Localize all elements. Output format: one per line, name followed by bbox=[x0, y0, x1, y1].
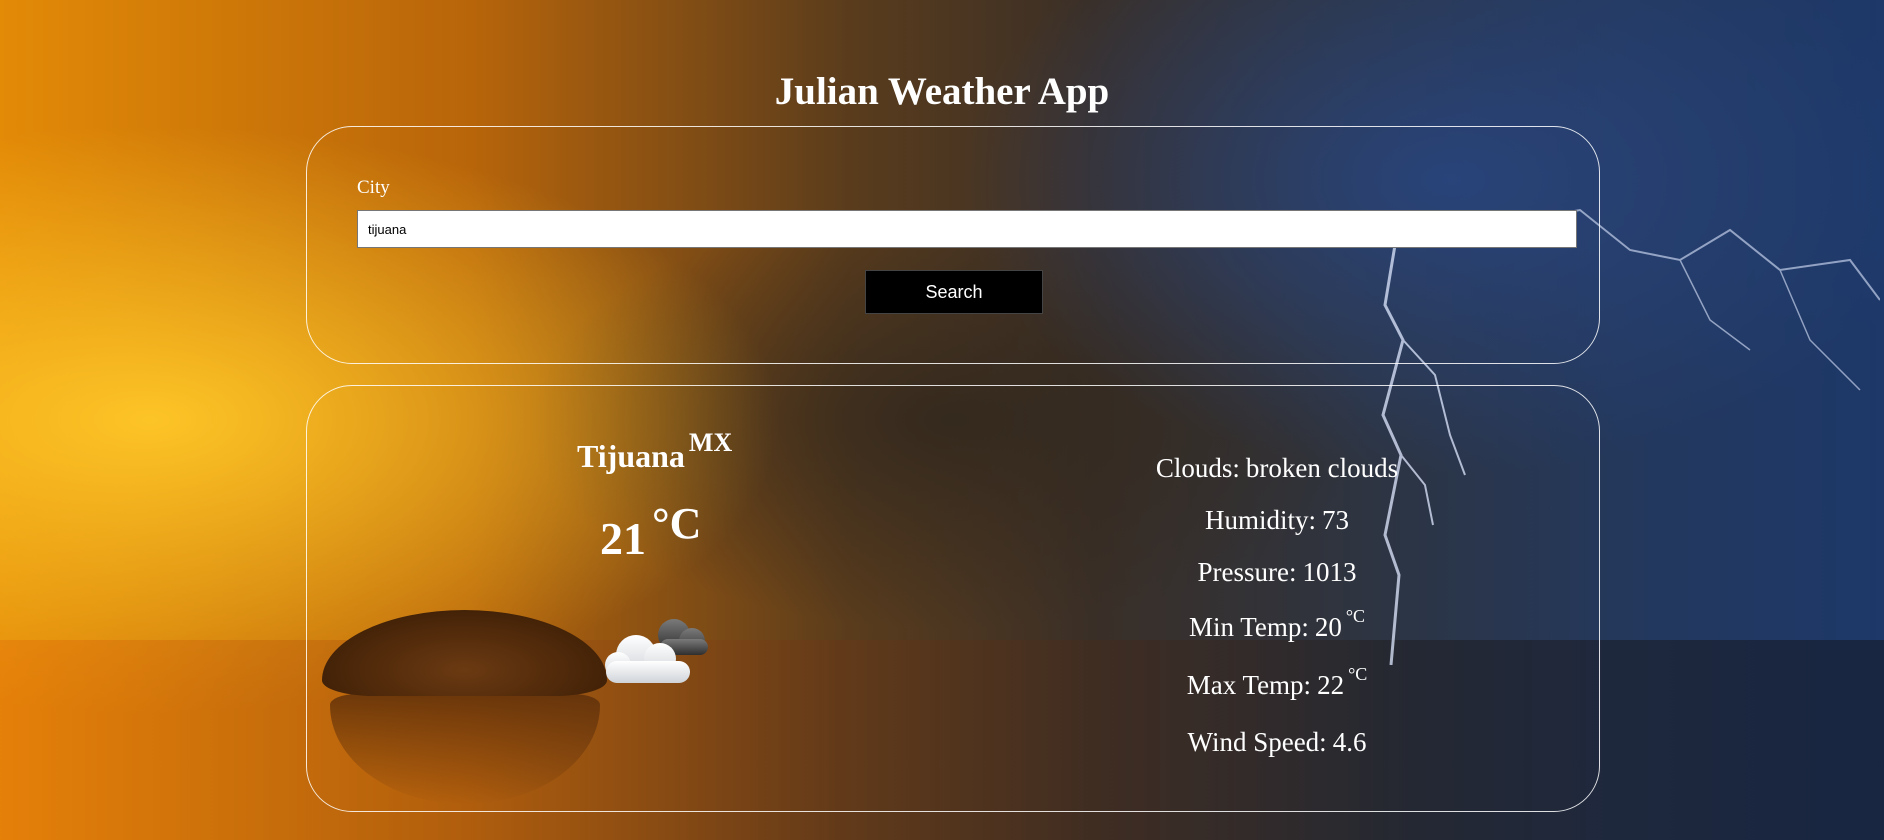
wind-speed-label: Wind Speed: bbox=[1187, 727, 1327, 757]
weather-summary: Tijuana MX 21 °C bbox=[307, 386, 997, 811]
max-temp-value: 22 bbox=[1317, 670, 1345, 700]
humidity-label: Humidity: bbox=[1204, 505, 1316, 535]
wind-speed-value: 4.6 bbox=[1332, 727, 1367, 757]
min-temp-label: Min Temp: bbox=[1188, 612, 1309, 642]
min-temp-detail: Min Temp: 20 °C bbox=[997, 606, 1557, 643]
wind-speed-detail: Wind Speed: 4.6 bbox=[997, 727, 1557, 758]
pressure-label: Pressure: bbox=[1197, 557, 1297, 587]
clouds-detail: Clouds: broken clouds bbox=[997, 453, 1557, 484]
pressure-detail: Pressure: 1013 bbox=[997, 557, 1557, 588]
city-name: Tijuana MX bbox=[577, 428, 732, 475]
city-label: City bbox=[357, 177, 390, 198]
min-temp-unit: °C bbox=[1345, 606, 1366, 626]
search-panel: City Search bbox=[306, 126, 1600, 364]
pressure-value: 1013 bbox=[1302, 557, 1357, 587]
weather-details: Clouds: broken clouds Humidity: 73 Pressur… bbox=[997, 386, 1557, 811]
max-temp-detail: Max Temp: 22 °C bbox=[997, 664, 1557, 701]
humidity-detail: Humidity: 73 bbox=[997, 505, 1557, 536]
broken-clouds-icon bbox=[605, 619, 708, 683]
temperature-value: 21 bbox=[600, 513, 646, 564]
country-code: MX bbox=[688, 428, 733, 457]
app-title: Julian Weather App bbox=[774, 70, 1110, 113]
clouds-label: Clouds: bbox=[1155, 453, 1240, 483]
max-temp-label: Max Temp: bbox=[1186, 670, 1312, 700]
temperature-unit: °C bbox=[652, 499, 702, 548]
weather-result-panel: Tijuana MX 21 °C Clouds: broken clouds H… bbox=[306, 385, 1600, 812]
city-input[interactable] bbox=[357, 210, 1577, 248]
search-button[interactable]: Search bbox=[865, 270, 1043, 314]
humidity-value: 73 bbox=[1322, 505, 1349, 535]
clouds-value: broken clouds bbox=[1245, 453, 1399, 483]
max-temp-unit: °C bbox=[1348, 664, 1368, 684]
city-name-text: Tijuana bbox=[577, 438, 685, 474]
min-temp-value: 20 bbox=[1314, 612, 1342, 642]
temperature: 21 °C bbox=[600, 499, 701, 565]
